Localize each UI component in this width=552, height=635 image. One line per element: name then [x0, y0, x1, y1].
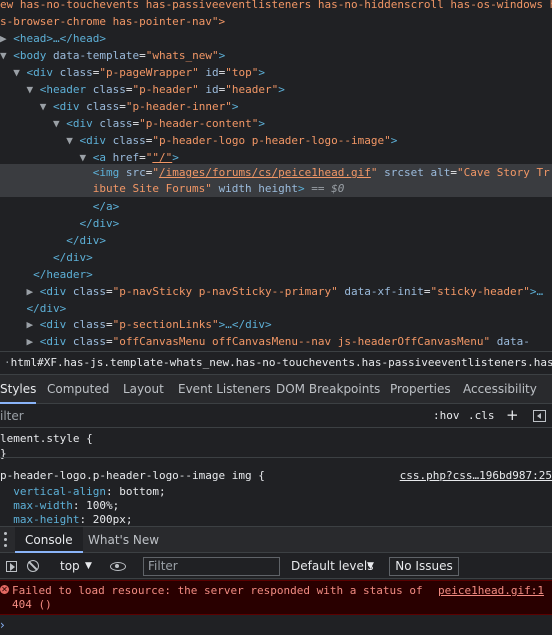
elements-tree[interactable]: ew has-no-touchevents has-passiveeventli… — [0, 0, 552, 349]
context-select[interactable]: top — [60, 554, 80, 579]
console-filter-input[interactable]: Filter — [143, 557, 280, 576]
clear-console-icon[interactable] — [27, 560, 39, 572]
header-inner-node[interactable]: ▼ <div class="p-header-inner"> — [0, 98, 552, 115]
styles-filter-bar: ilter :hov .cls + — [0, 404, 552, 428]
tab-accessibility[interactable]: Accessibility — [463, 375, 537, 404]
head-node[interactable]: ▶ <head>…</head> — [0, 30, 552, 47]
expand-arrow-icon[interactable]: ▶ — [27, 285, 40, 298]
log-levels-dropdown[interactable]: Default levels — [291, 554, 373, 579]
expand-arrow-icon[interactable]: ▶ — [27, 318, 40, 331]
issues-button[interactable]: No Issues — [389, 557, 459, 576]
css-rule-selector[interactable]: p-header-logo.p-header-logo--image img {… — [0, 468, 552, 483]
rule-divider — [0, 457, 552, 458]
console-prompt[interactable]: › — [0, 617, 5, 633]
console-error-message[interactable]: ✕ Failed to load resource: the server re… — [0, 580, 552, 615]
css-source-link[interactable]: css.php?css…196bd987:25 — [400, 468, 552, 483]
css-declaration[interactable]: max-width: 100%; — [0, 498, 552, 513]
element-style-rule[interactable]: lement.style { — [0, 431, 552, 446]
div-close: </div> — [52, 251, 93, 264]
img-node-selected[interactable]: <img src="/images/forums/cs/peice1head.g… — [0, 164, 552, 181]
collapse-arrow-icon[interactable]: ▼ — [79, 151, 92, 164]
body-node[interactable]: ▼ <body data-template="whats_new"> — [0, 47, 552, 64]
error-source-link[interactable]: peice1head.gif:1 — [438, 584, 544, 598]
error-text: Failed to load resource: the server resp… — [12, 584, 423, 597]
img-src-link[interactable]: /images/forums/cs/peice1head.gif — [159, 166, 371, 179]
show-sidebar-icon[interactable] — [6, 561, 17, 572]
tab-layout[interactable]: Layout — [123, 375, 164, 404]
cls-toggle[interactable]: .cls — [468, 404, 495, 428]
new-rule-button[interactable]: + — [506, 404, 519, 426]
div-close: </div> — [66, 234, 106, 247]
live-expression-eye-icon[interactable] — [110, 562, 126, 571]
tab-properties[interactable]: Properties — [390, 375, 451, 404]
tab-event-listeners[interactable]: Event Listeners — [178, 375, 271, 404]
page-wrapper-node[interactable]: ▼ <div class="p-pageWrapper" id="top"> — [0, 64, 552, 81]
header-close: </header> — [33, 268, 93, 281]
header-logo-node[interactable]: ▼ <div class="p-header-logo p-header-log… — [0, 132, 552, 149]
collapse-arrow-icon[interactable]: ▼ — [0, 49, 13, 62]
styles-filter-input[interactable]: ilter — [0, 404, 24, 428]
tab-whats-new[interactable]: What's New — [88, 527, 159, 553]
tab-styles[interactable]: Styles — [0, 375, 37, 404]
expand-arrow-icon[interactable]: ▶ — [27, 335, 40, 348]
drawer-tabbar: Console What's New — [0, 526, 552, 553]
console-toolbar: top ▼ Filter Default levels ▼ No Issues — [0, 554, 552, 579]
element-style-close: } — [0, 447, 7, 460]
html-class-line-2[interactable]: s-browser-chrome has-pointer-nav"> — [0, 13, 552, 30]
header-content-node[interactable]: ▼ <div class="p-header-content"> — [0, 115, 552, 132]
tab-computed[interactable]: Computed — [47, 375, 109, 404]
css-declaration[interactable]: vertical-align: bottom; — [0, 484, 552, 499]
expand-arrow-icon[interactable]: ▶ — [0, 32, 13, 45]
img-node-selected-cont[interactable]: ibute Site Forums" width height> == $0 — [0, 180, 552, 197]
div-close: </div> — [26, 302, 67, 315]
error-text: 404 () — [12, 598, 52, 611]
div-close: </div> — [79, 217, 120, 230]
collapse-arrow-icon[interactable]: ▼ — [13, 66, 26, 79]
header-node[interactable]: ▼ <header class="p-header" id="header"> — [0, 81, 552, 98]
error-icon: ✕ — [0, 585, 9, 594]
sectionlinks-node[interactable]: ▶ <div class="p-sectionLinks">…</div> — [0, 316, 552, 333]
drawer-menu-icon[interactable] — [4, 532, 7, 548]
collapse-arrow-icon[interactable]: ▼ — [40, 100, 53, 113]
hov-toggle[interactable]: :hov — [433, 404, 460, 428]
tab-console[interactable]: Console — [15, 527, 83, 553]
collapse-arrow-icon[interactable]: ▼ — [27, 83, 40, 96]
collapse-arrow-icon[interactable]: ▼ — [53, 117, 66, 130]
collapse-arrow-icon[interactable]: ▼ — [66, 134, 79, 147]
css-declaration[interactable]: max-height: 200px; — [0, 512, 552, 527]
chevron-down-icon: ▼ — [85, 561, 92, 571]
html-class-line-1[interactable]: ew has-no-touchevents has-passiveeventli… — [0, 0, 552, 13]
offcanvas-node[interactable]: ▶ <div class="offCanvasMenu offCanvasMen… — [0, 333, 552, 349]
styles-tabbar: Styles Computed Layout Event Listeners D… — [0, 374, 552, 404]
tab-dom-breakpoints[interactable]: DOM Breakpoints — [276, 375, 380, 404]
anchor-close: </a> — [92, 200, 120, 213]
toggle-sidebar-icon[interactable] — [533, 410, 546, 422]
chevron-down-icon: ▼ — [367, 561, 374, 571]
breadcrumb[interactable]: ·html#XF.has-js.template-whats_new.has-n… — [0, 351, 552, 373]
navsticky-node[interactable]: ▶ <div class="p-navSticky p-navSticky--p… — [0, 283, 552, 300]
